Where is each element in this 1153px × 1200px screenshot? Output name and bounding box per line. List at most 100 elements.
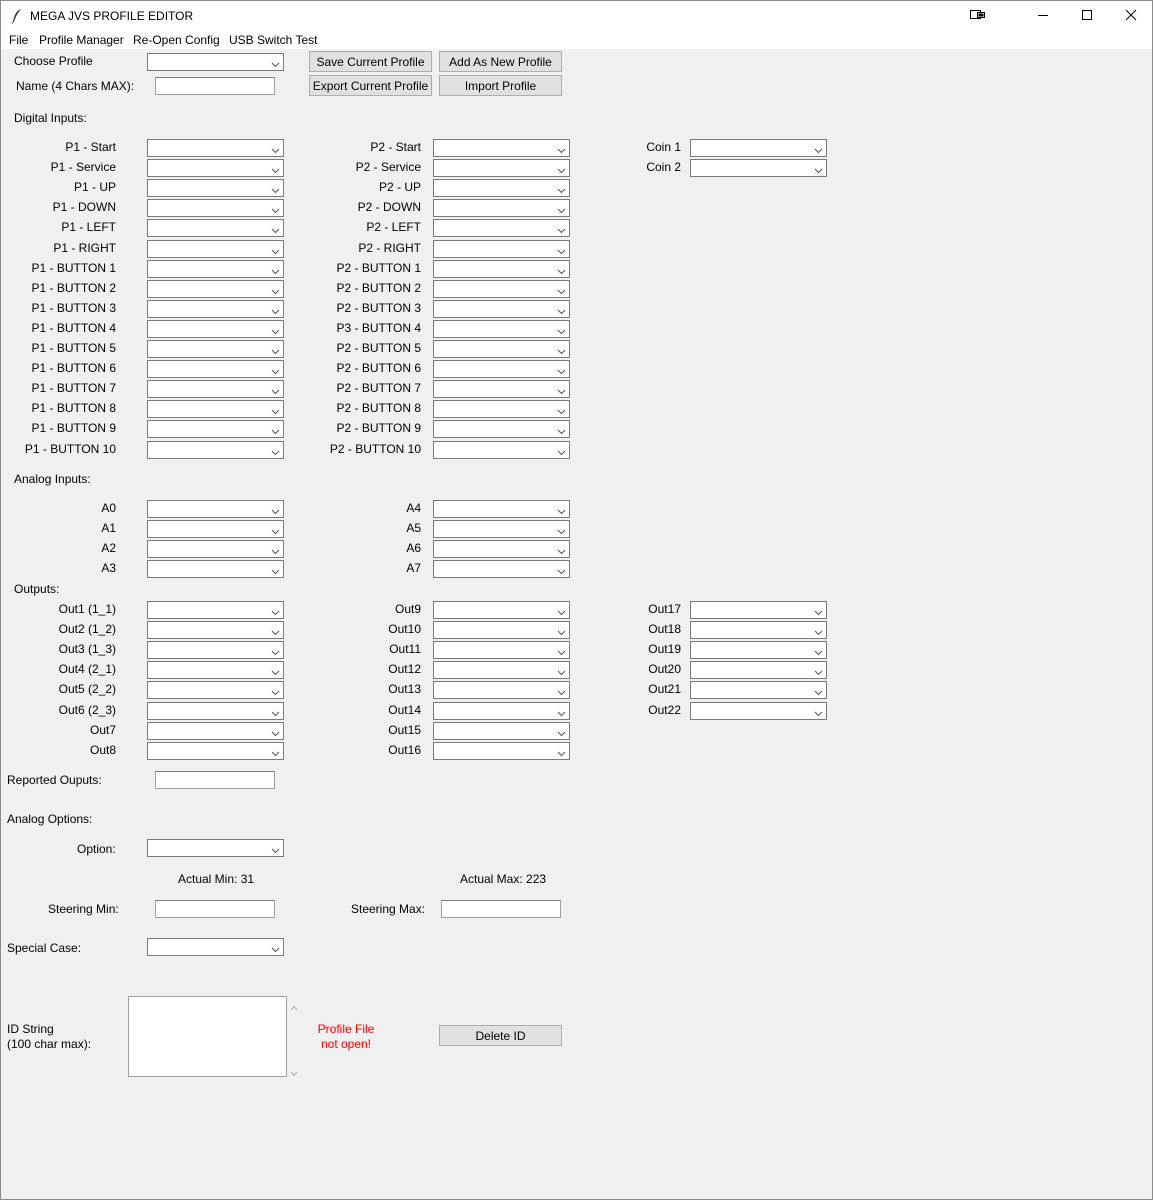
maximize-button[interactable] [1064,1,1110,31]
scroll-down-icon[interactable] [290,1066,298,1080]
digital-p1-7-combo[interactable] [147,280,284,298]
output-19-combo[interactable] [690,641,827,659]
import-profile-button[interactable]: Import Profile [439,75,562,96]
digital-p2-1-combo[interactable] [433,159,570,177]
digital-p2-14-combo[interactable] [433,420,570,438]
digital-p1-10-combo[interactable] [147,340,284,358]
analog-a1-combo[interactable] [147,520,284,538]
output-14-combo[interactable] [433,702,570,720]
digital-p1-13-combo[interactable] [147,400,284,418]
output-16-combo[interactable] [433,742,570,760]
analog-a4-combo[interactable] [433,500,570,518]
chevron-down-icon [814,686,823,696]
digital-p2-6-combo[interactable] [433,260,570,278]
digital-p2-4-combo[interactable] [433,219,570,237]
minimize-button[interactable] [1020,1,1066,31]
scroll-up-icon[interactable] [290,1000,298,1014]
output-11-label: Out11 [389,642,421,656]
delete-id-button[interactable]: Delete ID [439,1025,562,1046]
output-4-combo[interactable] [147,661,284,679]
digital-p2-0-combo[interactable] [433,139,570,157]
output-6-label: Out6 (2_3) [58,703,116,717]
analog-a3-combo[interactable] [147,560,284,578]
choose-profile-combo[interactable] [147,53,284,71]
output-22-combo[interactable] [690,702,827,720]
output-5-combo[interactable] [147,681,284,699]
analog-a5-combo[interactable] [433,520,570,538]
export-profile-button[interactable]: Export Current Profile [309,75,432,96]
output-20-combo[interactable] [690,661,827,679]
id-string-scrollbar[interactable] [287,996,301,1077]
output-7-label: Out7 [89,723,116,737]
id-string-textarea[interactable] [128,996,287,1077]
profile-name-input[interactable] [155,77,275,95]
digital-p1-9-combo[interactable] [147,320,284,338]
digital-coin-0-combo[interactable] [690,139,827,157]
digital-p2-15-combo[interactable] [433,441,570,459]
output-17-combo[interactable] [690,601,827,619]
digital-p1-2-combo[interactable] [147,179,284,197]
menu-file[interactable]: File [9,33,28,47]
digital-p1-8-combo[interactable] [147,300,284,318]
chevron-down-icon [271,545,280,555]
digital-p1-0-combo[interactable] [147,139,284,157]
digital-p1-1-combo[interactable] [147,159,284,177]
digital-p1-14-combo[interactable] [147,420,284,438]
digital-p1-6-combo[interactable] [147,260,284,278]
reported-outputs-input[interactable] [155,771,275,789]
output-6-combo[interactable] [147,702,284,720]
digital-p2-13-combo[interactable] [433,400,570,418]
analog-a0-combo[interactable] [147,500,284,518]
digital-p2-3-combo[interactable] [433,199,570,217]
output-9-combo[interactable] [433,601,570,619]
digital-p1-0-label: P1 - Start [65,140,116,154]
output-12-combo[interactable] [433,661,570,679]
snap-button[interactable] [955,1,1001,31]
digital-p2-8-combo[interactable] [433,300,570,318]
digital-p2-7-combo[interactable] [433,280,570,298]
output-1-combo[interactable] [147,601,284,619]
chevron-down-icon [557,184,566,194]
digital-p1-12-combo[interactable] [147,380,284,398]
menu-usb-switch-test[interactable]: USB Switch Test [229,33,317,47]
digital-p1-11-combo[interactable] [147,360,284,378]
output-8-combo[interactable] [147,742,284,760]
menu-profile-manager[interactable]: Profile Manager [39,33,124,47]
option-combo[interactable] [147,839,284,857]
reported-outputs-label: Reported Ouputs: [7,773,102,787]
menu-reopen-config[interactable]: Re-Open Config [133,33,220,47]
output-3-combo[interactable] [147,641,284,659]
digital-p1-5-combo[interactable] [147,240,284,258]
add-new-profile-button[interactable]: Add As New Profile [439,51,562,72]
analog-a0-label: A0 [101,501,116,515]
digital-coin-1-combo[interactable] [690,159,827,177]
digital-p2-5-combo[interactable] [433,240,570,258]
steering-max-input[interactable] [441,900,561,918]
digital-p2-12-combo[interactable] [433,380,570,398]
chevron-down-icon [814,144,823,154]
save-current-profile-button[interactable]: Save Current Profile [309,51,432,72]
output-10-combo[interactable] [433,621,570,639]
output-21-combo[interactable] [690,681,827,699]
output-13-combo[interactable] [433,681,570,699]
digital-p2-11-combo[interactable] [433,360,570,378]
digital-p2-10-combo[interactable] [433,340,570,358]
digital-p2-9-combo[interactable] [433,320,570,338]
output-15-combo[interactable] [433,722,570,740]
digital-p2-3-label: P2 - DOWN [357,200,421,214]
special-case-combo[interactable] [147,938,284,956]
digital-p1-4-combo[interactable] [147,219,284,237]
analog-a2-combo[interactable] [147,540,284,558]
steering-min-input[interactable] [155,900,275,918]
digital-p1-3-combo[interactable] [147,199,284,217]
output-7-combo[interactable] [147,722,284,740]
digital-p2-2-combo[interactable] [433,179,570,197]
analog-a7-combo[interactable] [433,560,570,578]
analog-a6-combo[interactable] [433,540,570,558]
digital-p1-15-combo[interactable] [147,441,284,459]
chevron-down-icon [557,525,566,535]
output-11-combo[interactable] [433,641,570,659]
close-button[interactable] [1108,1,1153,31]
output-18-combo[interactable] [690,621,827,639]
output-2-combo[interactable] [147,621,284,639]
